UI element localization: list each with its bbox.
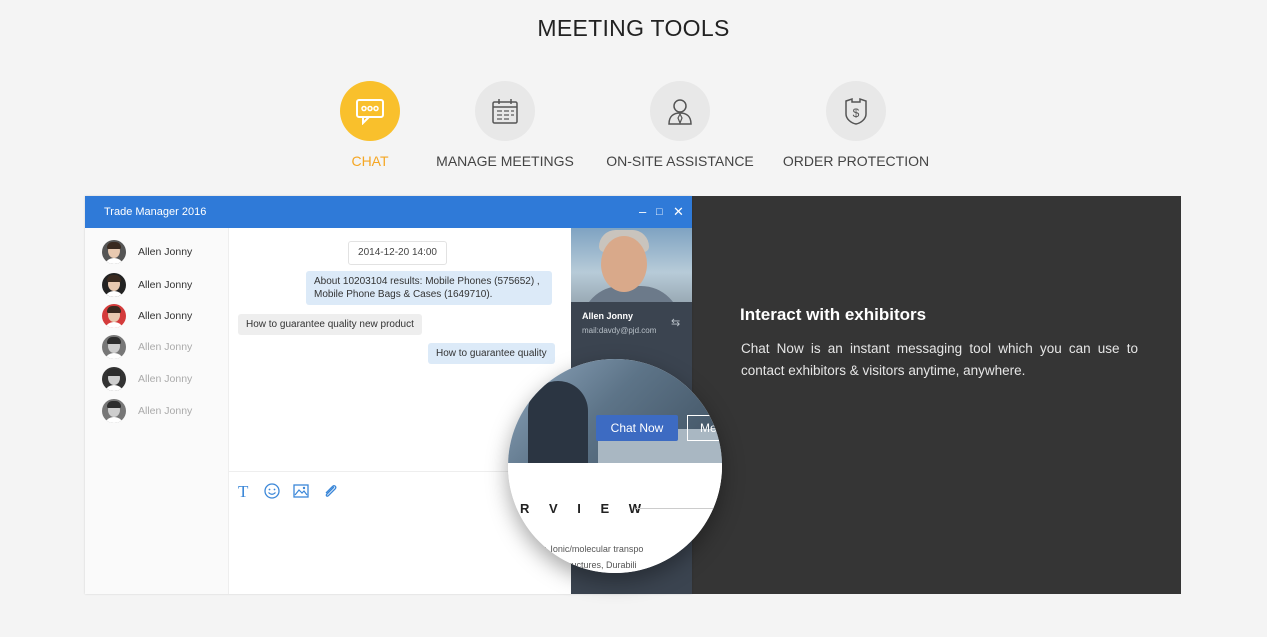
avatar [102, 304, 126, 328]
magnified-banner-photo [508, 359, 722, 471]
magnifier-lens: Chat Now Me R V I E W bility, Ionic/mole… [508, 359, 722, 573]
tab-label-on-site-assistance: ON-SITE ASSISTANCE [606, 153, 754, 169]
message-line: Mobile Phone Bags & Cases (1649710). [314, 289, 493, 300]
avatar [102, 273, 126, 297]
magnified-text-line: bility, Ionic/molecular transpo [528, 544, 644, 554]
tab-on-site-assistance[interactable]: ON-SITE ASSISTANCE [595, 81, 765, 169]
contact-item[interactable]: Allen Jonny [102, 240, 222, 266]
image-icon[interactable] [292, 482, 310, 500]
chat-now-button[interactable]: Chat Now [596, 415, 678, 441]
contact-name: Allen Jonny [138, 279, 193, 291]
calendar-icon [475, 81, 535, 141]
attachment-icon[interactable] [321, 482, 339, 500]
profile-email: mail:davdy@pjd.com [582, 326, 657, 335]
window-titlebar: Trade Manager 2016 – □ ✕ [85, 196, 692, 228]
shield-dollar-icon: $ [826, 81, 886, 141]
tab-label-manage-meetings: MANAGE MEETINGS [436, 153, 574, 169]
text-format-icon[interactable]: T [237, 482, 255, 501]
contact-name: Allen Jonny [138, 246, 193, 258]
message-line: About 10203104 results: Mobile Phones (5… [314, 276, 540, 287]
close-button[interactable]: ✕ [673, 196, 684, 228]
profile-photo [571, 228, 692, 302]
window-title: Trade Manager 2016 [104, 206, 207, 218]
message-sent: About 10203104 results: Mobile Phones (5… [306, 271, 552, 305]
avatar [102, 367, 126, 391]
contact-name: Allen Jonny [138, 373, 193, 385]
tab-label-order-protection: ORDER PROTECTION [782, 153, 930, 169]
chat-timestamp: 2014-12-20 14:00 [348, 241, 447, 265]
maximize-button[interactable]: □ [656, 196, 663, 228]
svg-text:$: $ [853, 106, 860, 120]
avatar [102, 399, 126, 423]
secondary-button[interactable]: Me [687, 415, 722, 441]
magnified-content [508, 463, 722, 573]
feature-title: Interact with exhibitors [740, 305, 927, 324]
contact-list: Allen Jonny Allen Jonny Allen Jonny Alle… [85, 228, 229, 594]
contact-name: Allen Jonny [138, 405, 193, 417]
avatar [102, 335, 126, 359]
profile-name: Allen Jonny [582, 311, 634, 321]
assistant-person-icon [650, 81, 710, 141]
feature-description: Chat Now is an instant messaging tool wh… [741, 341, 1138, 378]
contact-item[interactable]: Allen Jonny [102, 335, 222, 361]
magnified-text-line: tructures, Durabili [566, 560, 637, 570]
tab-manage-meetings[interactable]: MANAGE MEETINGS [420, 81, 590, 169]
contact-name: Allen Jonny [138, 310, 193, 322]
minimize-button[interactable]: – [639, 196, 646, 228]
chat-bubble-icon [340, 81, 400, 141]
contact-item[interactable]: Allen Jonny [102, 273, 222, 299]
contact-item[interactable]: Allen Jonny [102, 399, 222, 425]
swap-icon[interactable]: ⇆ [671, 316, 680, 329]
heading-rule [636, 508, 722, 509]
page-title: MEETING TOOLS [537, 15, 730, 41]
emoji-icon[interactable] [263, 482, 281, 500]
overview-heading: R V I E W [520, 501, 650, 516]
contact-item[interactable]: Allen Jonny [102, 304, 222, 330]
message-received: How to guarantee quality new product [238, 314, 422, 335]
avatar [102, 240, 126, 264]
svg-text:T: T [238, 482, 249, 500]
tab-order-protection[interactable]: $ ORDER PROTECTION [771, 81, 941, 169]
contact-name: Allen Jonny [138, 341, 193, 353]
contact-item[interactable]: Allen Jonny [102, 367, 222, 393]
